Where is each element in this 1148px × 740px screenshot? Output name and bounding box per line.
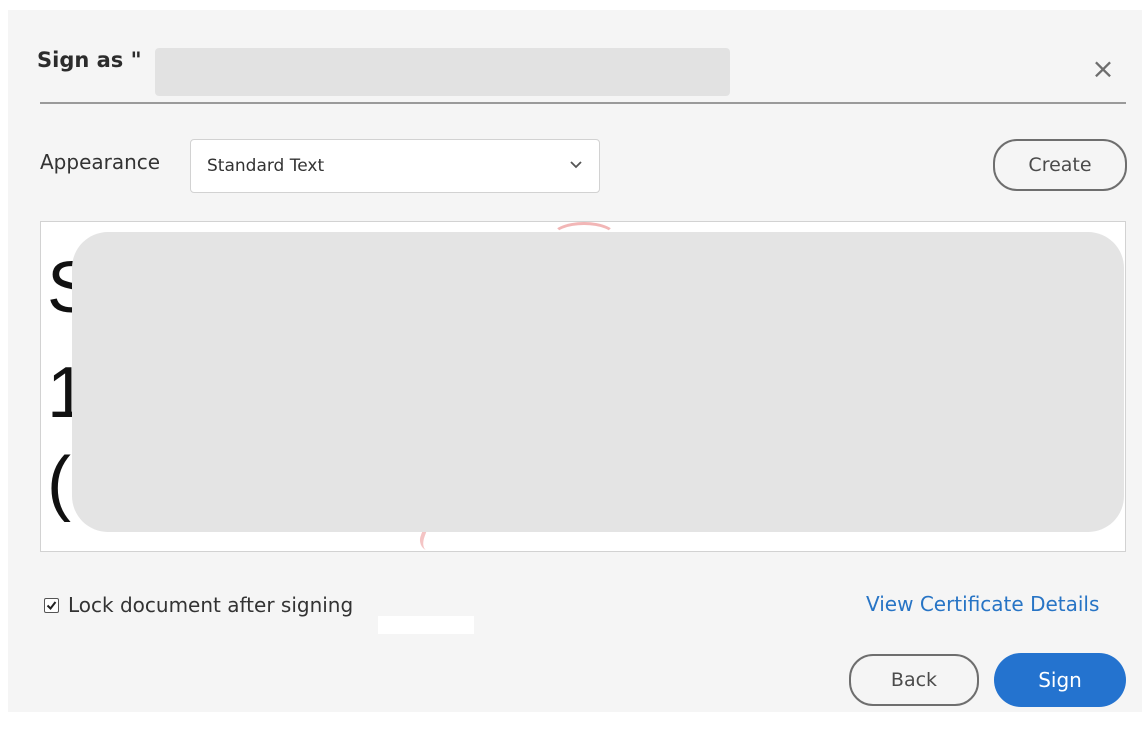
title-divider xyxy=(40,102,1126,104)
close-button[interactable]: × xyxy=(1088,54,1118,84)
lock-document-checkbox[interactable] xyxy=(44,597,59,613)
dialog-title: Sign as " xyxy=(37,48,142,72)
redacted-chip xyxy=(378,616,474,634)
appearance-dropdown[interactable]: Standard Text xyxy=(190,139,600,193)
checkmark-icon xyxy=(46,600,57,610)
create-button[interactable]: Create xyxy=(993,139,1127,191)
lock-document-option[interactable]: Lock document after signing xyxy=(44,592,353,618)
appearance-label: Appearance xyxy=(40,150,161,174)
sign-button[interactable]: Sign xyxy=(994,653,1126,707)
close-icon: × xyxy=(1091,52,1115,85)
redacted-signer-name xyxy=(155,48,730,96)
view-certificate-details-link[interactable]: View Certificate Details xyxy=(866,592,1099,616)
preview-line-3: ( xyxy=(47,443,71,523)
redacted-signature-details xyxy=(72,232,1124,532)
appearance-selected-value: Standard Text xyxy=(207,156,325,176)
chevron-down-icon xyxy=(570,161,582,169)
back-button[interactable]: Back xyxy=(849,654,979,706)
lock-document-label: Lock document after signing xyxy=(68,593,354,617)
